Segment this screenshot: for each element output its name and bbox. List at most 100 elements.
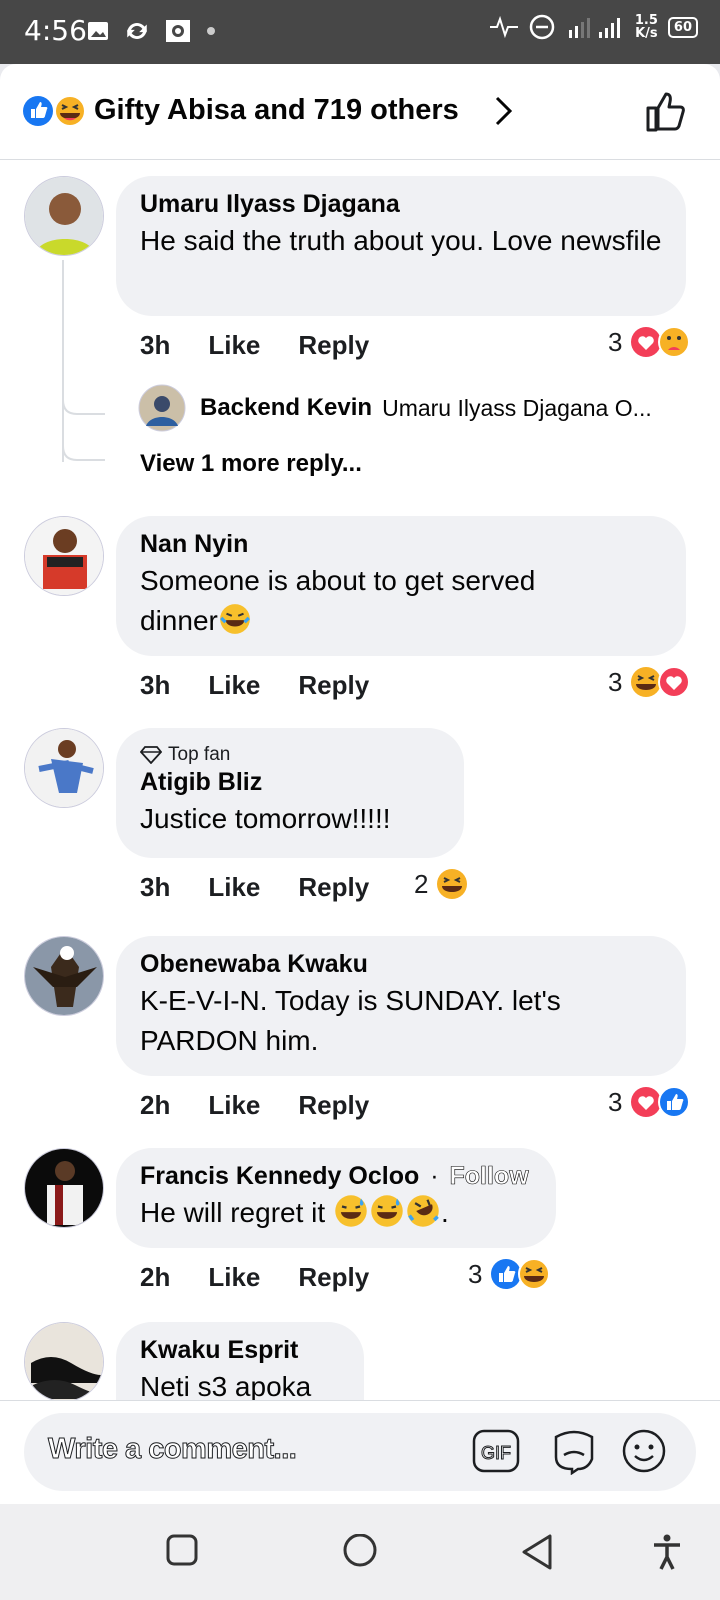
comment-author[interactable]: Obenewaba Kwaku bbox=[140, 950, 662, 979]
header-reaction-icons bbox=[23, 95, 86, 127]
circle-icon[interactable] bbox=[342, 1534, 378, 1570]
top-fan-badge: Top fan bbox=[140, 744, 440, 766]
reply-button[interactable]: Reply bbox=[298, 670, 369, 701]
accessibility-icon[interactable] bbox=[652, 1534, 682, 1570]
comment-time: 3h bbox=[140, 872, 171, 902]
haha-reaction-icon bbox=[54, 95, 86, 127]
status-time: 4:56 bbox=[24, 14, 87, 47]
love-reaction-icon bbox=[658, 666, 691, 698]
like-reaction-icon bbox=[23, 96, 53, 126]
comment-text: K-E-V-I-N. Today is SUNDAY. let's PARDON… bbox=[140, 985, 561, 1056]
screen: 4:56 1.5 K/s 60 Gifty Abisa and 719 other… bbox=[0, 0, 720, 1600]
reaction-count: 3 bbox=[608, 326, 623, 357]
care-reaction-icon bbox=[658, 326, 691, 358]
follow-button[interactable]: Follow bbox=[449, 1162, 529, 1191]
comment-reactions[interactable]: 3 bbox=[468, 1258, 551, 1290]
reaction-count: 3 bbox=[608, 1086, 623, 1117]
comments-sheet: Gifty Abisa and 719 others Umaru Ilyass … bbox=[0, 64, 720, 1504]
comment-reactions[interactable]: 2 bbox=[414, 868, 468, 900]
haha-reaction-icon bbox=[518, 1258, 551, 1290]
sweat-smile-emoji-icon bbox=[371, 1195, 403, 1227]
emoji-icon[interactable] bbox=[620, 1427, 668, 1475]
thumbs-up-icon[interactable] bbox=[642, 88, 690, 136]
back-icon[interactable] bbox=[520, 1534, 554, 1570]
reactions-summary[interactable]: Gifty Abisa and 719 others bbox=[94, 94, 459, 127]
sticker-icon[interactable] bbox=[550, 1427, 598, 1475]
sync-icon bbox=[127, 23, 147, 39]
reply-author[interactable]: Backend Kevin bbox=[200, 394, 372, 422]
battery-level: 60 bbox=[667, 16, 698, 38]
like-button[interactable]: Like bbox=[208, 872, 260, 903]
reactions-header[interactable]: Gifty Abisa and 719 others bbox=[0, 64, 720, 160]
like-button[interactable]: Like bbox=[208, 1262, 260, 1293]
avatar[interactable] bbox=[24, 1322, 104, 1402]
square-icon[interactable] bbox=[166, 1534, 198, 1566]
reply-button[interactable]: Reply bbox=[298, 872, 369, 903]
like-button[interactable]: Like bbox=[208, 1090, 260, 1121]
reply-preview[interactable]: Backend Kevin Umaru Ilyass Djagana O... bbox=[138, 384, 682, 432]
photo-icon bbox=[166, 20, 190, 42]
comment-time: 3h bbox=[140, 670, 171, 700]
diamond-icon bbox=[140, 746, 162, 764]
comment-author[interactable]: Kwaku Esprit bbox=[140, 1336, 340, 1365]
comment-author[interactable]: Nan Nyin bbox=[140, 530, 662, 559]
chevron-right-icon[interactable] bbox=[492, 94, 516, 128]
reaction-count: 3 bbox=[468, 1258, 483, 1289]
network-speed: 1.5 K/s bbox=[634, 13, 658, 41]
comment-actions: 3h Like Reply bbox=[140, 330, 407, 361]
dnd-icon bbox=[529, 14, 555, 40]
thread-branch bbox=[62, 370, 105, 461]
reaction-count: 3 bbox=[608, 666, 623, 697]
like-button[interactable]: Like bbox=[208, 330, 260, 361]
activity-icon bbox=[489, 15, 518, 39]
view-more-replies[interactable]: View 1 more reply... bbox=[140, 450, 362, 478]
comment-bubble[interactable]: Francis Kennedy Ocloo · Follow He will r… bbox=[116, 1148, 556, 1248]
rofl-emoji-icon bbox=[407, 1195, 439, 1227]
comment-bubble[interactable]: Obenewaba Kwaku K-E-V-I-N. Today is SUND… bbox=[116, 936, 686, 1076]
avatar[interactable] bbox=[138, 384, 186, 432]
comment-actions: 3h Like Reply bbox=[140, 670, 407, 701]
reply-text: Umaru Ilyass Djagana O... bbox=[382, 394, 652, 421]
like-button[interactable]: Like bbox=[208, 670, 260, 701]
comment-reactions[interactable]: 3 bbox=[608, 666, 691, 698]
comment-text: Justice tomorrow!!!!! bbox=[140, 803, 391, 834]
comment-composer: Write a comment... GIF bbox=[0, 1400, 720, 1504]
avatar[interactable] bbox=[24, 936, 104, 1016]
signal-icon bbox=[568, 18, 620, 38]
comment-time: 2h bbox=[140, 1262, 171, 1292]
comment-author[interactable]: Umaru Ilyass Djagana bbox=[140, 190, 662, 219]
status-system-icons: 1.5 K/s 60 bbox=[489, 14, 698, 40]
comment-author[interactable]: Francis Kennedy Ocloo bbox=[140, 1162, 419, 1190]
reply-button[interactable]: Reply bbox=[298, 1090, 369, 1121]
gif-icon[interactable]: GIF bbox=[472, 1427, 520, 1475]
comment-actions: 3h Like Reply bbox=[140, 872, 407, 903]
reaction-count: 2 bbox=[414, 868, 429, 899]
comment-text: He will regret it . bbox=[140, 1193, 532, 1233]
comment-actions: 2h Like Reply bbox=[140, 1262, 407, 1293]
svg-text:GIF: GIF bbox=[481, 1443, 511, 1463]
reply-button[interactable]: Reply bbox=[298, 330, 369, 361]
status-notification-icons bbox=[86, 18, 216, 44]
comment-reactions[interactable]: 3 bbox=[608, 326, 691, 358]
like-reaction-icon bbox=[658, 1086, 691, 1118]
image-icon bbox=[88, 22, 108, 40]
comments-list[interactable]: Umaru Ilyass Djagana He said the truth a… bbox=[0, 160, 720, 1464]
reply-button[interactable]: Reply bbox=[298, 1262, 369, 1293]
comment-bubble[interactable]: Umaru Ilyass Djagana He said the truth a… bbox=[116, 176, 686, 316]
comment-input-placeholder: Write a comment... bbox=[47, 1433, 297, 1466]
dot-icon bbox=[207, 27, 215, 35]
laughing-tears-emoji-icon bbox=[219, 604, 250, 634]
avatar[interactable] bbox=[24, 1148, 104, 1228]
comment-author-row: Francis Kennedy Ocloo · Follow bbox=[140, 1162, 532, 1191]
comment-reactions[interactable]: 3 bbox=[608, 1086, 691, 1118]
avatar[interactable] bbox=[24, 516, 104, 596]
comment-author[interactable]: Atigib Bliz bbox=[140, 768, 440, 797]
haha-reaction-icon bbox=[437, 869, 468, 899]
avatar[interactable] bbox=[24, 728, 104, 808]
comment-bubble[interactable]: Top fan Atigib Bliz Justice tomorrow!!!!… bbox=[116, 728, 464, 858]
system-navigation-bar bbox=[0, 1504, 720, 1600]
comment-bubble[interactable]: Nan Nyin Someone is about to get served … bbox=[116, 516, 686, 656]
avatar[interactable] bbox=[24, 176, 104, 256]
comment-input[interactable]: Write a comment... GIF bbox=[24, 1413, 696, 1491]
comment-text: Someone is about to get served dinner bbox=[140, 565, 536, 636]
